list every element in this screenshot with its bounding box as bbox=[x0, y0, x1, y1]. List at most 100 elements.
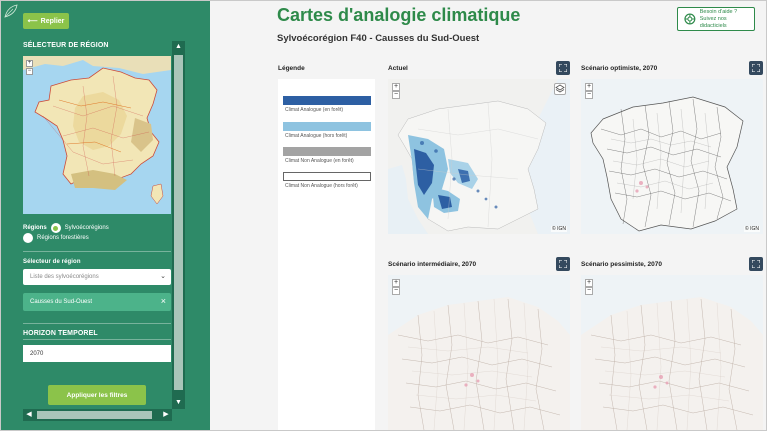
scroll-right-arrow-icon[interactable]: ▶ bbox=[160, 409, 172, 421]
zoom-in-button[interactable]: + bbox=[392, 279, 400, 287]
help-line-1: Besoin d'aide ? bbox=[699, 8, 738, 15]
sidebar-horizontal-scrollbar[interactable]: ◀ ▶ bbox=[23, 409, 172, 421]
fullscreen-icon bbox=[559, 260, 567, 268]
map-view[interactable]: + − bbox=[581, 275, 763, 430]
scrollbar-thumb[interactable] bbox=[174, 55, 183, 390]
fullscreen-button[interactable] bbox=[749, 257, 763, 271]
legend-label: Climat Non Analogue (en forêt) bbox=[285, 158, 354, 164]
horizon-year-value: 2070 bbox=[30, 350, 44, 357]
help-line-2: Suivez nos didacticiels bbox=[699, 15, 727, 29]
legend-panel: Climat Analogue (en forêt) Climat Analog… bbox=[278, 79, 375, 430]
region-select[interactable]: Liste des sylvoécorégions ⌄ bbox=[23, 269, 171, 285]
map-panel-intermediaire: Scénario intermédiaire, 2070 + − bbox=[388, 257, 570, 430]
radio-row-regions-forestieres: Régions forestières bbox=[23, 233, 89, 243]
lifebuoy-icon bbox=[684, 13, 696, 25]
radio-sylvoecoregions-label: Sylvoécorégions bbox=[64, 225, 109, 231]
zoom-control: + − bbox=[392, 279, 400, 295]
legend-swatch bbox=[283, 122, 371, 131]
selected-region-chip-label: Causses du Sud-Ouest bbox=[30, 299, 93, 305]
france-map-actuel-graphic bbox=[388, 79, 570, 234]
map-attribution: © IGN bbox=[744, 226, 760, 232]
mini-map-zoom-out[interactable]: − bbox=[26, 68, 33, 75]
map-title: Scénario pessimiste, 2070 bbox=[581, 261, 662, 268]
fullscreen-icon bbox=[752, 260, 760, 268]
region-map[interactable]: + − bbox=[23, 56, 171, 214]
main-content: Cartes d'analogie climatique Sylvoécorég… bbox=[210, 1, 766, 430]
france-map-optimiste-graphic bbox=[581, 79, 763, 234]
fullscreen-button[interactable] bbox=[556, 257, 570, 271]
map-panel-optimiste: Scénario optimiste, 2070 + − © IGN bbox=[581, 61, 763, 234]
zoom-out-button[interactable]: − bbox=[392, 287, 400, 295]
legend-swatch bbox=[283, 147, 371, 156]
map-view[interactable]: + − © IGN bbox=[581, 79, 763, 234]
apply-filters-button[interactable]: Appliquer les filtres bbox=[48, 385, 146, 405]
remove-chip-icon[interactable]: × bbox=[161, 296, 166, 306]
france-region-map-graphic bbox=[23, 56, 171, 214]
regions-label: Régions bbox=[23, 225, 47, 231]
legend-item: Climat Non Analogue (en forêt) bbox=[283, 147, 371, 164]
divider bbox=[23, 323, 171, 324]
france-map-intermediaire-graphic bbox=[388, 275, 570, 430]
divider bbox=[23, 251, 171, 252]
arrow-left-icon: ⟵ bbox=[27, 18, 38, 25]
map-panel-pessimiste: Scénario pessimiste, 2070 + − bbox=[581, 257, 763, 430]
legend-swatch bbox=[283, 96, 371, 105]
fullscreen-icon bbox=[559, 64, 567, 72]
legend-title: Légende bbox=[278, 65, 305, 72]
fullscreen-button[interactable] bbox=[749, 61, 763, 75]
mini-map-zoom-in[interactable]: + bbox=[26, 60, 33, 67]
map-title: Actuel bbox=[388, 65, 408, 72]
fullscreen-button[interactable] bbox=[556, 61, 570, 75]
collapse-button-label: Replier bbox=[40, 17, 65, 25]
scrollbar-thumb[interactable] bbox=[37, 411, 152, 419]
region-type-radio-group: Régions Sylvoécorégions bbox=[23, 223, 109, 233]
map-attribution: © IGN bbox=[551, 226, 567, 232]
radio-regions-forestieres-label: Régions forestières bbox=[37, 235, 89, 241]
map-panel-actuel: Actuel + − © IGN bbox=[388, 61, 570, 234]
legend-swatch bbox=[283, 172, 371, 181]
selected-region-chip: Causses du Sud-Ouest × bbox=[23, 293, 171, 311]
region-select-title: Sélecteur de région bbox=[23, 259, 81, 265]
layers-icon[interactable] bbox=[554, 83, 566, 95]
leaf-icon bbox=[4, 4, 18, 18]
legend-label: Climat Analogue (en forêt) bbox=[285, 107, 344, 113]
legend-item: Climat Non Analogue (hors forêt) bbox=[283, 172, 371, 189]
zoom-in-button[interactable]: + bbox=[585, 83, 593, 91]
fullscreen-icon bbox=[752, 64, 760, 72]
zoom-control: + − bbox=[392, 83, 400, 99]
zoom-control: + − bbox=[585, 279, 593, 295]
region-select-placeholder: Liste des sylvoécorégions bbox=[30, 274, 99, 280]
divider bbox=[23, 339, 171, 340]
zoom-out-button[interactable]: − bbox=[585, 287, 593, 295]
radio-regions-forestieres[interactable] bbox=[23, 233, 33, 243]
radio-selected-dot bbox=[53, 225, 59, 231]
collapse-button[interactable]: ⟵ Replier bbox=[23, 13, 69, 29]
page-subtitle: Sylvoécorégion F40 - Causses du Sud-Oues… bbox=[277, 33, 480, 44]
zoom-control: + − bbox=[585, 83, 593, 99]
page-title: Cartes d'analogie climatique bbox=[277, 5, 521, 25]
horizon-year-input[interactable]: 2070 bbox=[23, 345, 171, 362]
france-map-pessimiste-graphic bbox=[581, 275, 763, 430]
map-title: Scénario intermédiaire, 2070 bbox=[388, 261, 477, 268]
scroll-down-arrow-icon[interactable]: ▼ bbox=[172, 397, 185, 409]
help-button[interactable]: Besoin d'aide ? Suivez nos didacticiels bbox=[677, 7, 755, 31]
zoom-out-button[interactable]: − bbox=[392, 91, 400, 99]
app-window: ⟵ Replier SÉLECTEUR DE RÉGION + − ▲ ▼ Ré… bbox=[0, 0, 767, 431]
radio-sylvoecoregions[interactable] bbox=[50, 223, 61, 233]
zoom-out-button[interactable]: − bbox=[585, 91, 593, 99]
zoom-in-button[interactable]: + bbox=[585, 279, 593, 287]
region-selector-title: SÉLECTEUR DE RÉGION bbox=[23, 42, 109, 49]
horizon-title: HORIZON TEMPOREL bbox=[23, 330, 98, 337]
legend-item: Climat Analogue (hors forêt) bbox=[283, 122, 371, 139]
legend-item: Climat Analogue (en forêt) bbox=[283, 96, 371, 113]
scroll-left-arrow-icon[interactable]: ◀ bbox=[23, 409, 35, 421]
scroll-up-arrow-icon[interactable]: ▲ bbox=[172, 41, 185, 53]
legend-label: Climat Non Analogue (hors forêt) bbox=[285, 183, 358, 189]
map-view[interactable]: + − © IGN bbox=[388, 79, 570, 234]
zoom-in-button[interactable]: + bbox=[392, 83, 400, 91]
chevron-down-icon: ⌄ bbox=[160, 273, 166, 280]
map-title: Scénario optimiste, 2070 bbox=[581, 65, 658, 72]
sidebar-vertical-scrollbar[interactable]: ▲ ▼ bbox=[172, 41, 185, 409]
map-view[interactable]: + − bbox=[388, 275, 570, 430]
legend-label: Climat Analogue (hors forêt) bbox=[285, 133, 348, 139]
